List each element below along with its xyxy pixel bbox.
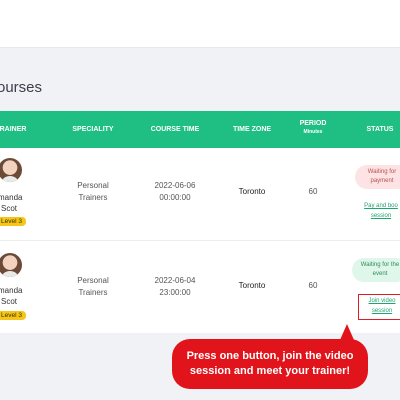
table-header: RAINER SPECIALITY COURSE TIME TIME ZONE … (0, 111, 400, 148)
trainer-name-line2: Scot (1, 204, 18, 213)
course-time: 00:00:00 (159, 193, 191, 202)
pay-and-book-line2[interactable]: session (358, 211, 400, 221)
trainer-name: manda Scot (0, 285, 22, 307)
status-line1: Waiting for (367, 169, 397, 175)
trainer-name-line2: Scot (1, 297, 18, 306)
table-row: manda Scot Level 3 Personal Trainers 202… (0, 241, 400, 333)
speciality-line2: Trainers (78, 193, 108, 202)
time-zone-cell: Toronto (238, 281, 266, 290)
section-title: ourses (0, 79, 43, 96)
trainer-name-line1: manda (0, 193, 23, 202)
header-speciality: SPECIALITY (72, 126, 114, 133)
callout-text: Press one button, join the video session… (186, 350, 354, 377)
top-card (0, 0, 400, 48)
speciality-line1: Personal (77, 276, 109, 285)
header-time-zone: TIME ZONE (232, 126, 272, 133)
status-line2: payment (370, 178, 394, 184)
header-course-time: COURSE TIME (150, 126, 200, 133)
course-date: 2022-06-06 (154, 181, 196, 190)
callout-pointer (340, 324, 354, 340)
speciality-cell: Personal Trainers (63, 275, 123, 299)
status-badge: Waiting for the event (352, 258, 400, 282)
callout-bubble: Press one button, join the video session… (172, 339, 368, 389)
avatar (0, 158, 22, 182)
pay-and-book-line1[interactable]: Pay and boo (358, 201, 400, 211)
speciality-cell: Personal Trainers (63, 180, 123, 204)
level-badge: Level 3 (0, 311, 26, 320)
trainer-name-line1: manda (0, 286, 23, 295)
status-line2: event (372, 271, 388, 277)
header-period-label: PERIOD (299, 120, 327, 127)
status-badge: Waiting for payment (355, 165, 400, 189)
header-period-unit: Minutes (303, 129, 323, 135)
pay-and-book-link[interactable]: Pay and boo session (358, 201, 400, 221)
course-time-cell: 2022-06-04 23:00:00 (142, 275, 208, 299)
avatar (0, 253, 22, 277)
speciality-line1: Personal (77, 181, 109, 190)
time-zone-cell: Toronto (238, 187, 266, 196)
header-trainer: RAINER (0, 126, 27, 133)
course-time: 23:00:00 (159, 288, 191, 297)
level-badge: Level 3 (0, 217, 26, 226)
speciality-line2: Trainers (78, 288, 108, 297)
table-row: manda Scot Level 3 Personal Trainers 202… (0, 148, 400, 241)
header-status: STATUS (366, 126, 394, 133)
course-date: 2022-06-04 (154, 276, 196, 285)
header-period: PERIOD Minutes (290, 120, 336, 136)
period-cell: 60 (308, 187, 318, 196)
trainer-name: manda Scot (0, 192, 22, 214)
join-video-highlight-box (358, 294, 400, 320)
status-line1: Waiting for the (360, 262, 400, 268)
period-cell: 60 (308, 281, 318, 290)
course-time-cell: 2022-06-06 00:00:00 (142, 180, 208, 204)
